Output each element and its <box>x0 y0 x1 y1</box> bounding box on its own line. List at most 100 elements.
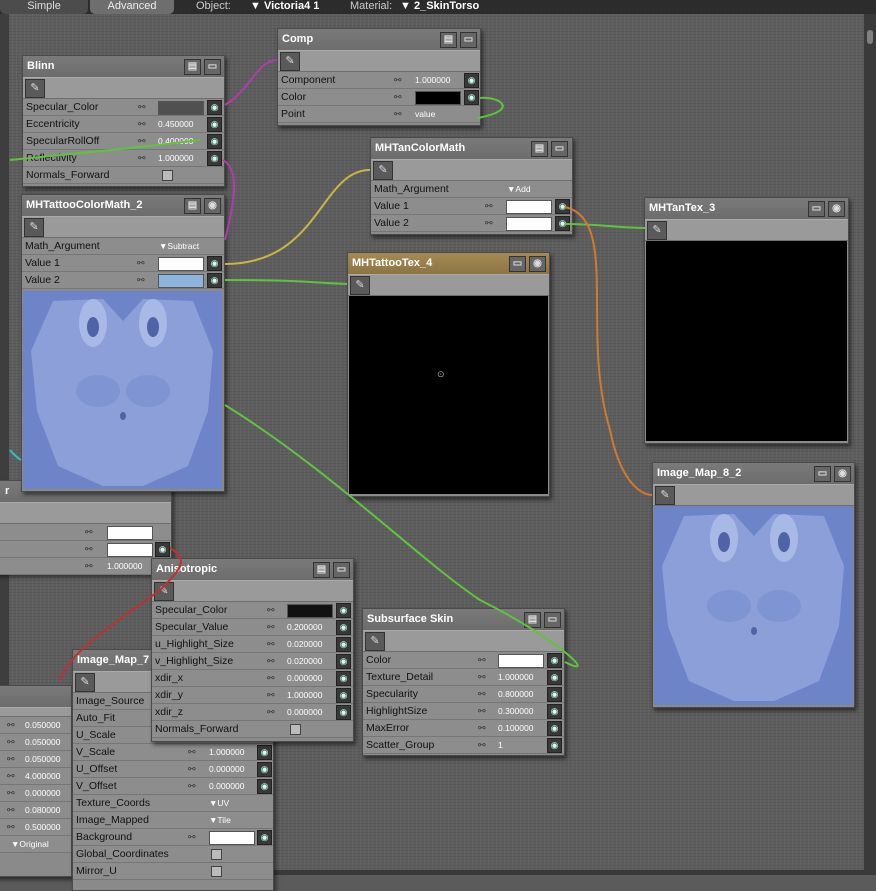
link-icon[interactable]: ⚯ <box>7 819 15 835</box>
pin-tool-icon[interactable]: ✎ <box>373 161 393 180</box>
param-row[interactable]: ⚯ 0.080000 <box>0 802 71 819</box>
pin-tool-icon[interactable]: ✎ <box>365 632 385 651</box>
input-port-icon[interactable]: ◉ <box>207 151 222 166</box>
texture-coords-dropdown[interactable]: ▼UV <box>209 795 229 811</box>
link-icon[interactable]: ⚯ <box>267 687 275 703</box>
node-title[interactable]: MHTattooTex_4 ▭ ◉ <box>348 253 549 274</box>
input-port-icon[interactable]: ◉ <box>257 745 272 760</box>
color-swatch[interactable] <box>209 831 255 845</box>
param-row[interactable]: Mirror_U <box>73 863 273 880</box>
param-row[interactable]: MaxError ⚯ 0.100000 ◉ <box>363 720 564 737</box>
param-row[interactable]: ⚯ 0.000000 <box>0 785 71 802</box>
node-title[interactable]: Comp ▤ ▭ <box>278 29 480 50</box>
link-icon[interactable]: ⚯ <box>485 215 493 231</box>
input-port-icon[interactable]: ◉ <box>547 738 562 753</box>
eye-icon[interactable]: ◉ <box>828 201 845 217</box>
node-title[interactable]: Subsurface Skin ▤ ▭ <box>363 609 564 630</box>
param-row[interactable]: Component ⚯ 1.000000 ◉ <box>278 72 480 89</box>
param-value[interactable]: 1.000000 <box>415 72 450 88</box>
param-row[interactable]: ⚯ 0.050000 <box>0 751 71 768</box>
param-value[interactable]: 4.000000 <box>25 768 60 784</box>
preview-toggle-icon[interactable]: ▭ <box>333 562 350 578</box>
node-partial[interactable]: r ⚯ ⚯◉ g⚯1.000000 <box>0 480 172 575</box>
input-port-icon[interactable]: ◉ <box>547 704 562 719</box>
collapse-icon[interactable]: ▭ <box>814 466 831 482</box>
param-row[interactable]: Value 1 ⚯ ◉ <box>371 198 572 215</box>
param-value[interactable]: 0.080000 <box>25 802 60 818</box>
link-icon[interactable]: ⚯ <box>7 717 15 733</box>
color-swatch[interactable] <box>158 274 204 288</box>
mirror-u-checkbox[interactable] <box>211 866 222 877</box>
param-row[interactable]: Normals_Forward <box>152 721 353 738</box>
link-icon[interactable]: ⚯ <box>85 558 93 574</box>
input-port-icon[interactable]: ◉ <box>464 90 479 105</box>
link-icon[interactable]: ⚯ <box>478 652 486 668</box>
input-port-icon[interactable]: ◉ <box>336 603 351 618</box>
link-icon[interactable]: ⚯ <box>267 602 275 618</box>
link-icon[interactable]: ⚯ <box>85 541 93 557</box>
image-mapped-dropdown[interactable]: ▼Tile <box>209 812 231 828</box>
node-subsurface-skin[interactable]: Subsurface Skin ▤ ▭ ✎ Color ⚯ ◉ Texture_Det… <box>362 608 565 756</box>
input-port-icon[interactable]: ◉ <box>555 216 570 231</box>
link-icon[interactable]: ⚯ <box>267 636 275 652</box>
param-value[interactable]: 0.100000 <box>498 720 533 736</box>
param-row[interactable]: v_Highlight_Size ⚯ 0.020000 ◉ <box>152 653 353 670</box>
param-value[interactable]: 0.450000 <box>158 116 193 132</box>
link-icon[interactable]: ⚯ <box>478 703 486 719</box>
param-row[interactable]: Image_Mapped ▼Tile <box>73 812 273 829</box>
link-icon[interactable]: ⚯ <box>394 72 402 88</box>
collapse-icon[interactable]: ▭ <box>808 201 825 217</box>
param-row[interactable]: Value 2 ⚯ ◉ <box>22 272 224 289</box>
param-row[interactable]: xdir_y ⚯ 1.000000 ◉ <box>152 687 353 704</box>
param-row[interactable]: Color ⚯ ◉ <box>278 89 480 106</box>
param-value[interactable]: 0.050000 <box>25 734 60 750</box>
node-title[interactable]: Image_Map_8_2 ▭ ◉ <box>653 463 854 484</box>
input-port-icon[interactable]: ◉ <box>336 705 351 720</box>
param-value[interactable]: 1.000000 <box>107 558 142 574</box>
node-image-map-8-2[interactable]: Image_Map_8_2 ▭ ◉ ✎ <box>652 462 855 708</box>
input-port-icon[interactable]: ◉ <box>547 670 562 685</box>
param-row[interactable]: Specular_Color ⚯ ◉ <box>23 99 224 116</box>
node-title[interactable]: Blinn ▤ ▭ <box>23 56 224 77</box>
param-row[interactable]: u_Highlight_Size ⚯ 0.020000 ◉ <box>152 636 353 653</box>
link-icon[interactable]: ⚯ <box>267 619 275 635</box>
object-dropdown[interactable]: ▼ Victoria4 1 <box>250 0 319 14</box>
vertical-scroll-thumb[interactable] <box>867 30 873 44</box>
param-row[interactable]: Texture_Detail ⚯ 1.000000 ◉ <box>363 669 564 686</box>
input-port-icon[interactable]: ◉ <box>207 134 222 149</box>
color-swatch[interactable] <box>287 604 333 618</box>
param-dropdown[interactable]: ▼Original <box>11 836 49 852</box>
param-row[interactable]: Texture_Coords ▼UV <box>73 795 273 812</box>
param-value[interactable]: 0.200000 <box>287 619 322 635</box>
normals-forward-checkbox[interactable] <box>290 724 301 735</box>
param-row[interactable]: ⚯ 0.050000 <box>0 734 71 751</box>
param-value[interactable]: 0.000000 <box>287 670 322 686</box>
link-icon[interactable]: ⚯ <box>138 133 146 149</box>
vertical-scrollbar[interactable] <box>864 14 876 875</box>
collapse-icon[interactable]: ▤ <box>440 32 457 48</box>
link-icon[interactable]: ⚯ <box>267 670 275 686</box>
link-icon[interactable]: ⚯ <box>267 704 275 720</box>
link-icon[interactable]: ⚯ <box>394 106 402 122</box>
param-value[interactable]: 0.020000 <box>287 653 322 669</box>
input-port-icon[interactable]: ◉ <box>336 688 351 703</box>
node-title[interactable]: Anisotropic ▤ ▭ <box>152 559 353 580</box>
link-icon[interactable]: ⚯ <box>267 653 275 669</box>
preview-toggle-icon[interactable]: ▭ <box>460 32 477 48</box>
pin-tool-icon[interactable]: ✎ <box>350 276 370 295</box>
link-icon[interactable]: ⚯ <box>478 720 486 736</box>
input-port-icon[interactable]: ◉ <box>207 256 222 271</box>
collapse-icon[interactable]: ▤ <box>184 198 201 214</box>
link-icon[interactable]: ⚯ <box>138 99 146 115</box>
link-icon[interactable]: ⚯ <box>478 669 486 685</box>
color-swatch[interactable] <box>415 91 461 105</box>
link-icon[interactable]: ⚯ <box>188 744 196 760</box>
param-value[interactable]: 0.000000 <box>287 704 322 720</box>
param-row[interactable]: Math_Argument ▼Subtract <box>22 238 224 255</box>
param-value[interactable]: 0.400000 <box>158 133 193 149</box>
param-value[interactable]: 1.000000 <box>498 669 533 685</box>
param-value[interactable]: 0.020000 <box>287 636 322 652</box>
input-port-icon[interactable]: ◉ <box>257 830 272 845</box>
node-mhtattoocolormath[interactable]: MHTattooColorMath_2 ▤ ◉ ✎ Math_Argument ▼S… <box>21 194 225 492</box>
param-value[interactable]: 0.000000 <box>209 778 244 794</box>
